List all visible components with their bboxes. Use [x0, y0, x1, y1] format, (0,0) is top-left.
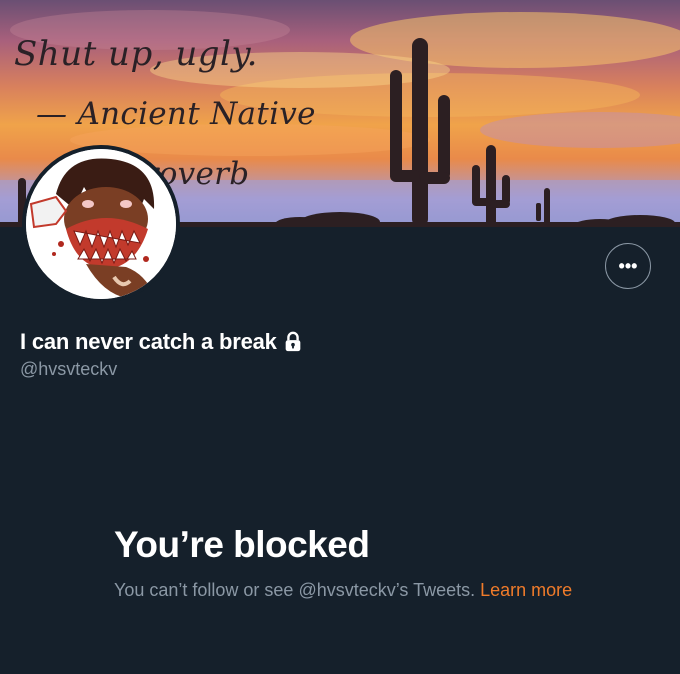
user-handle: @hvsvteckv	[20, 359, 118, 379]
profile-avatar[interactable]	[22, 145, 180, 303]
blocked-message: You can’t follow or see @hvsvteckv’s Twe…	[114, 578, 584, 603]
learn-more-link[interactable]: Learn more	[480, 580, 572, 600]
profile-page: Shut up, ugly. — Ancient Native n Prover…	[0, 0, 680, 674]
avatar-illustration	[26, 149, 176, 299]
display-name-row: I can never catch a break	[20, 329, 304, 355]
lock-icon	[285, 331, 301, 352]
banner-text-line-2: — Ancient Native	[36, 96, 316, 132]
more-options-button[interactable]: •••	[605, 243, 651, 289]
banner-text-line-1: Shut up, ugly.	[14, 34, 258, 74]
blocked-title: You’re blocked	[114, 524, 370, 565]
display-name: I can never catch a break	[20, 329, 277, 354]
blocked-message-text: You can’t follow or see @hvsvteckv’s Twe…	[114, 580, 476, 600]
